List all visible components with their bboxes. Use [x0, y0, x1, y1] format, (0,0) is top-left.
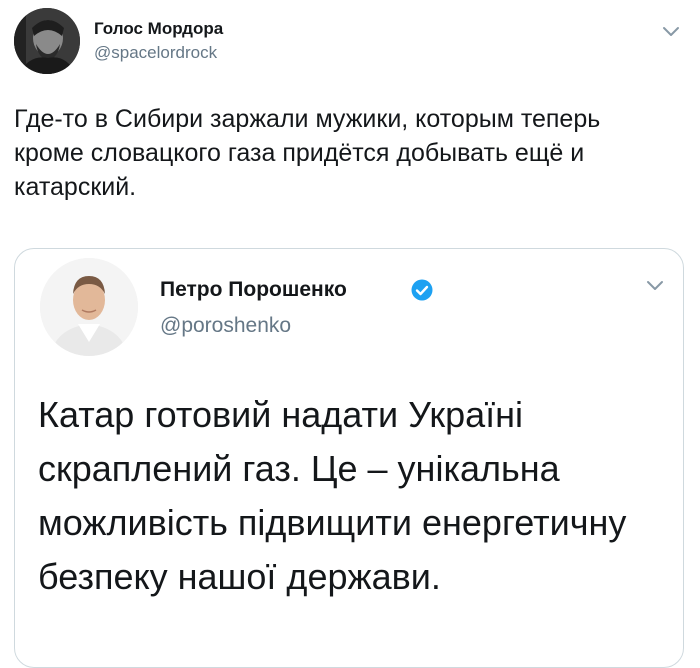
- tweet-text: Где-то в Сибири заржали мужики, которым …: [14, 105, 601, 201]
- author-avatar[interactable]: [14, 8, 80, 74]
- chevron-down-icon[interactable]: [646, 280, 664, 292]
- quoted-author-handle[interactable]: @poroshenko: [160, 314, 291, 338]
- verified-badge-icon: [411, 279, 433, 301]
- quoted-author-name[interactable]: Петро Порошенко: [160, 278, 347, 302]
- tweet: Голос Мордора @spacelordrock Где-то в Си…: [0, 0, 700, 668]
- chevron-down-icon[interactable]: [662, 26, 680, 38]
- quoted-author-avatar[interactable]: [40, 258, 138, 356]
- author-name[interactable]: Голос Мордора: [94, 19, 223, 39]
- author-handle[interactable]: @spacelordrock: [94, 43, 217, 63]
- quoted-tweet-text: Катар готовий надати Україні скраплений …: [38, 394, 627, 597]
